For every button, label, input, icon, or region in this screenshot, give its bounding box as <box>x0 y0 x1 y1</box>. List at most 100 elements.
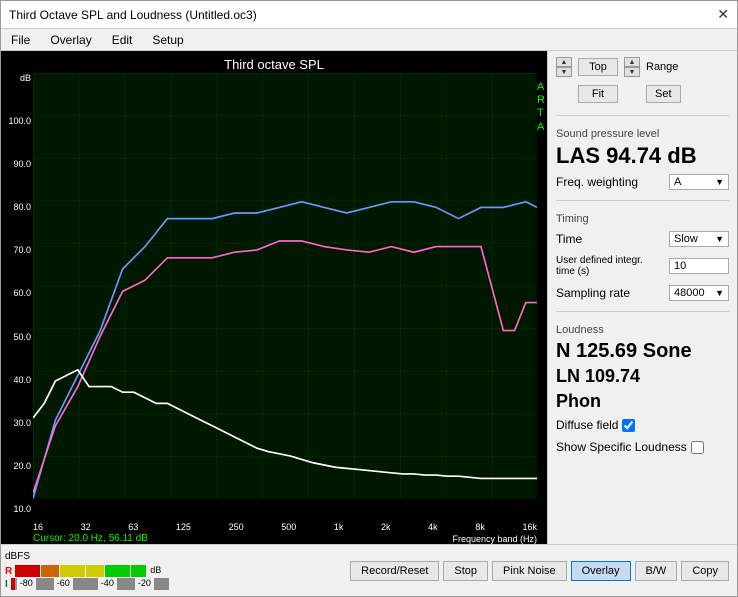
x-8k: 8k <box>475 522 485 532</box>
close-button[interactable]: ✕ <box>717 6 729 23</box>
divider-3 <box>556 311 729 312</box>
freq-weighting-value: A <box>674 176 681 188</box>
bottom-bar: dBFS R dB I -80 <box>1 544 737 596</box>
menu-edit[interactable]: Edit <box>106 31 139 49</box>
range-spin: ▲ ▼ <box>624 57 640 77</box>
fit-button[interactable]: Fit <box>578 85 618 103</box>
db-label: dB <box>147 565 161 577</box>
menu-file[interactable]: File <box>5 31 36 49</box>
integr-row: User defined integr. time (s) <box>556 255 729 277</box>
i-level-bar: -80 -60 -40 -20 <box>11 578 169 590</box>
bottom-buttons: Record/Reset Stop Pink Noise Overlay B/W… <box>342 557 737 585</box>
sampling-row: Sampling rate 48000 ▼ <box>556 285 729 301</box>
overlay-button[interactable]: Overlay <box>571 561 631 581</box>
spl-section-label: Sound pressure level <box>556 128 729 140</box>
y-90: 90.0 <box>13 159 33 169</box>
main-content: Third octave SPL ARTA dB 100.0 90.0 80.0… <box>1 51 737 544</box>
integr-label: User defined integr. time (s) <box>556 255 656 277</box>
i-label: I <box>5 579 8 590</box>
freq-weighting-row: Freq. weighting A ▼ <box>556 174 729 190</box>
r-label: R <box>5 566 12 577</box>
integr-input[interactable] <box>669 258 729 274</box>
chart-wrapper: dB 100.0 90.0 80.0 70.0 60.0 50.0 40.0 3… <box>1 73 547 544</box>
sampling-label: Sampling rate <box>556 286 630 300</box>
dbfs-section: dBFS R dB I -80 <box>1 549 173 592</box>
y-axis: dB 100.0 90.0 80.0 70.0 60.0 50.0 40.0 3… <box>3 73 33 514</box>
time-dropdown[interactable]: Slow ▼ <box>669 231 729 247</box>
y-60: 60.0 <box>13 288 33 298</box>
diffuse-field-row: Diffuse field <box>556 418 729 432</box>
copy-button[interactable]: Copy <box>681 561 729 581</box>
y-10: 10.0 <box>13 504 33 514</box>
freq-band-label: Frequency band (Hz) <box>452 534 537 544</box>
time-value: Slow <box>674 233 698 245</box>
range-spin-down[interactable]: ▼ <box>624 67 640 77</box>
range-label: Range <box>646 61 678 73</box>
show-specific-checkbox[interactable] <box>691 441 704 454</box>
divider-2 <box>556 200 729 201</box>
x-63: 63 <box>128 522 138 532</box>
y-50: 50.0 <box>13 332 33 342</box>
menu-setup[interactable]: Setup <box>146 31 189 49</box>
r-level-bar: dB <box>15 565 161 577</box>
cursor-info: Cursor: 20.0 Hz, 56.11 dB <box>33 533 148 544</box>
freq-dropdown-arrow: ▼ <box>715 177 724 187</box>
spl-value: LAS 94.74 dB <box>556 144 729 168</box>
time-dropdown-arrow: ▼ <box>715 234 724 244</box>
x-250: 250 <box>229 522 244 532</box>
y-30: 30.0 <box>13 418 33 428</box>
dbfs-label: dBFS <box>5 551 30 562</box>
x-32: 32 <box>81 522 91 532</box>
diffuse-field-checkbox[interactable] <box>622 419 635 432</box>
show-specific-label: Show Specific Loudness <box>556 440 687 454</box>
divider-1 <box>556 115 729 116</box>
top-button[interactable]: Top <box>578 58 618 76</box>
diffuse-field-label: Diffuse field <box>556 418 618 432</box>
y-db-label: dB <box>20 73 33 83</box>
menu-overlay[interactable]: Overlay <box>44 31 97 49</box>
top-controls: ▲ ▼ Top ▲ ▼ Range <box>556 57 729 77</box>
set-button[interactable]: Set <box>646 85 681 103</box>
record-reset-button[interactable]: Record/Reset <box>350 561 439 581</box>
chart-area: Third octave SPL ARTA dB 100.0 90.0 80.0… <box>1 51 547 544</box>
x-16k: 16k <box>522 522 537 532</box>
time-label: Time <box>556 232 582 246</box>
timing-label: Timing <box>556 213 729 225</box>
x-125: 125 <box>176 522 191 532</box>
time-row: Time Slow ▼ <box>556 231 729 247</box>
menu-bar: File Overlay Edit Setup <box>1 29 737 51</box>
chart-svg <box>33 73 537 499</box>
x-1k: 1k <box>334 522 344 532</box>
x-2k: 2k <box>381 522 391 532</box>
title-bar: Third Octave SPL and Loudness (Untitled.… <box>1 1 737 29</box>
freq-weighting-label: Freq. weighting <box>556 175 638 189</box>
loudness-phon: Phon <box>556 391 729 412</box>
sampling-value: 48000 <box>674 287 705 299</box>
show-specific-row: Show Specific Loudness <box>556 440 729 454</box>
top-spin: ▲ ▼ <box>556 57 572 77</box>
sampling-dropdown-arrow: ▼ <box>715 288 724 298</box>
y-100: 100.0 <box>8 116 33 126</box>
y-70: 70.0 <box>13 245 33 255</box>
x-500: 500 <box>281 522 296 532</box>
y-40: 40.0 <box>13 375 33 385</box>
loudness-ln: LN 109.74 <box>556 366 729 387</box>
x-4k: 4k <box>428 522 438 532</box>
window-title: Third Octave SPL and Loudness (Untitled.… <box>9 8 257 22</box>
pink-noise-button[interactable]: Pink Noise <box>492 561 567 581</box>
freq-weighting-dropdown[interactable]: A ▼ <box>669 174 729 190</box>
range-spin-up[interactable]: ▲ <box>624 57 640 67</box>
loudness-n: N 125.69 Sone <box>556 340 729 362</box>
x-axis: 16 32 63 125 250 500 1k 2k 4k 8k 16k <box>33 522 537 532</box>
top-spin-down[interactable]: ▼ <box>556 67 572 77</box>
bw-button[interactable]: B/W <box>635 561 678 581</box>
fit-controls: Fit Set <box>556 85 729 103</box>
loudness-label: Loudness <box>556 324 729 336</box>
y-20: 20.0 <box>13 461 33 471</box>
chart-title: Third octave SPL <box>1 53 547 72</box>
top-spin-up[interactable]: ▲ <box>556 57 572 67</box>
main-window: Third Octave SPL and Loudness (Untitled.… <box>0 0 738 597</box>
stop-button[interactable]: Stop <box>443 561 488 581</box>
x-16: 16 <box>33 522 43 532</box>
sampling-dropdown[interactable]: 48000 ▼ <box>669 285 729 301</box>
